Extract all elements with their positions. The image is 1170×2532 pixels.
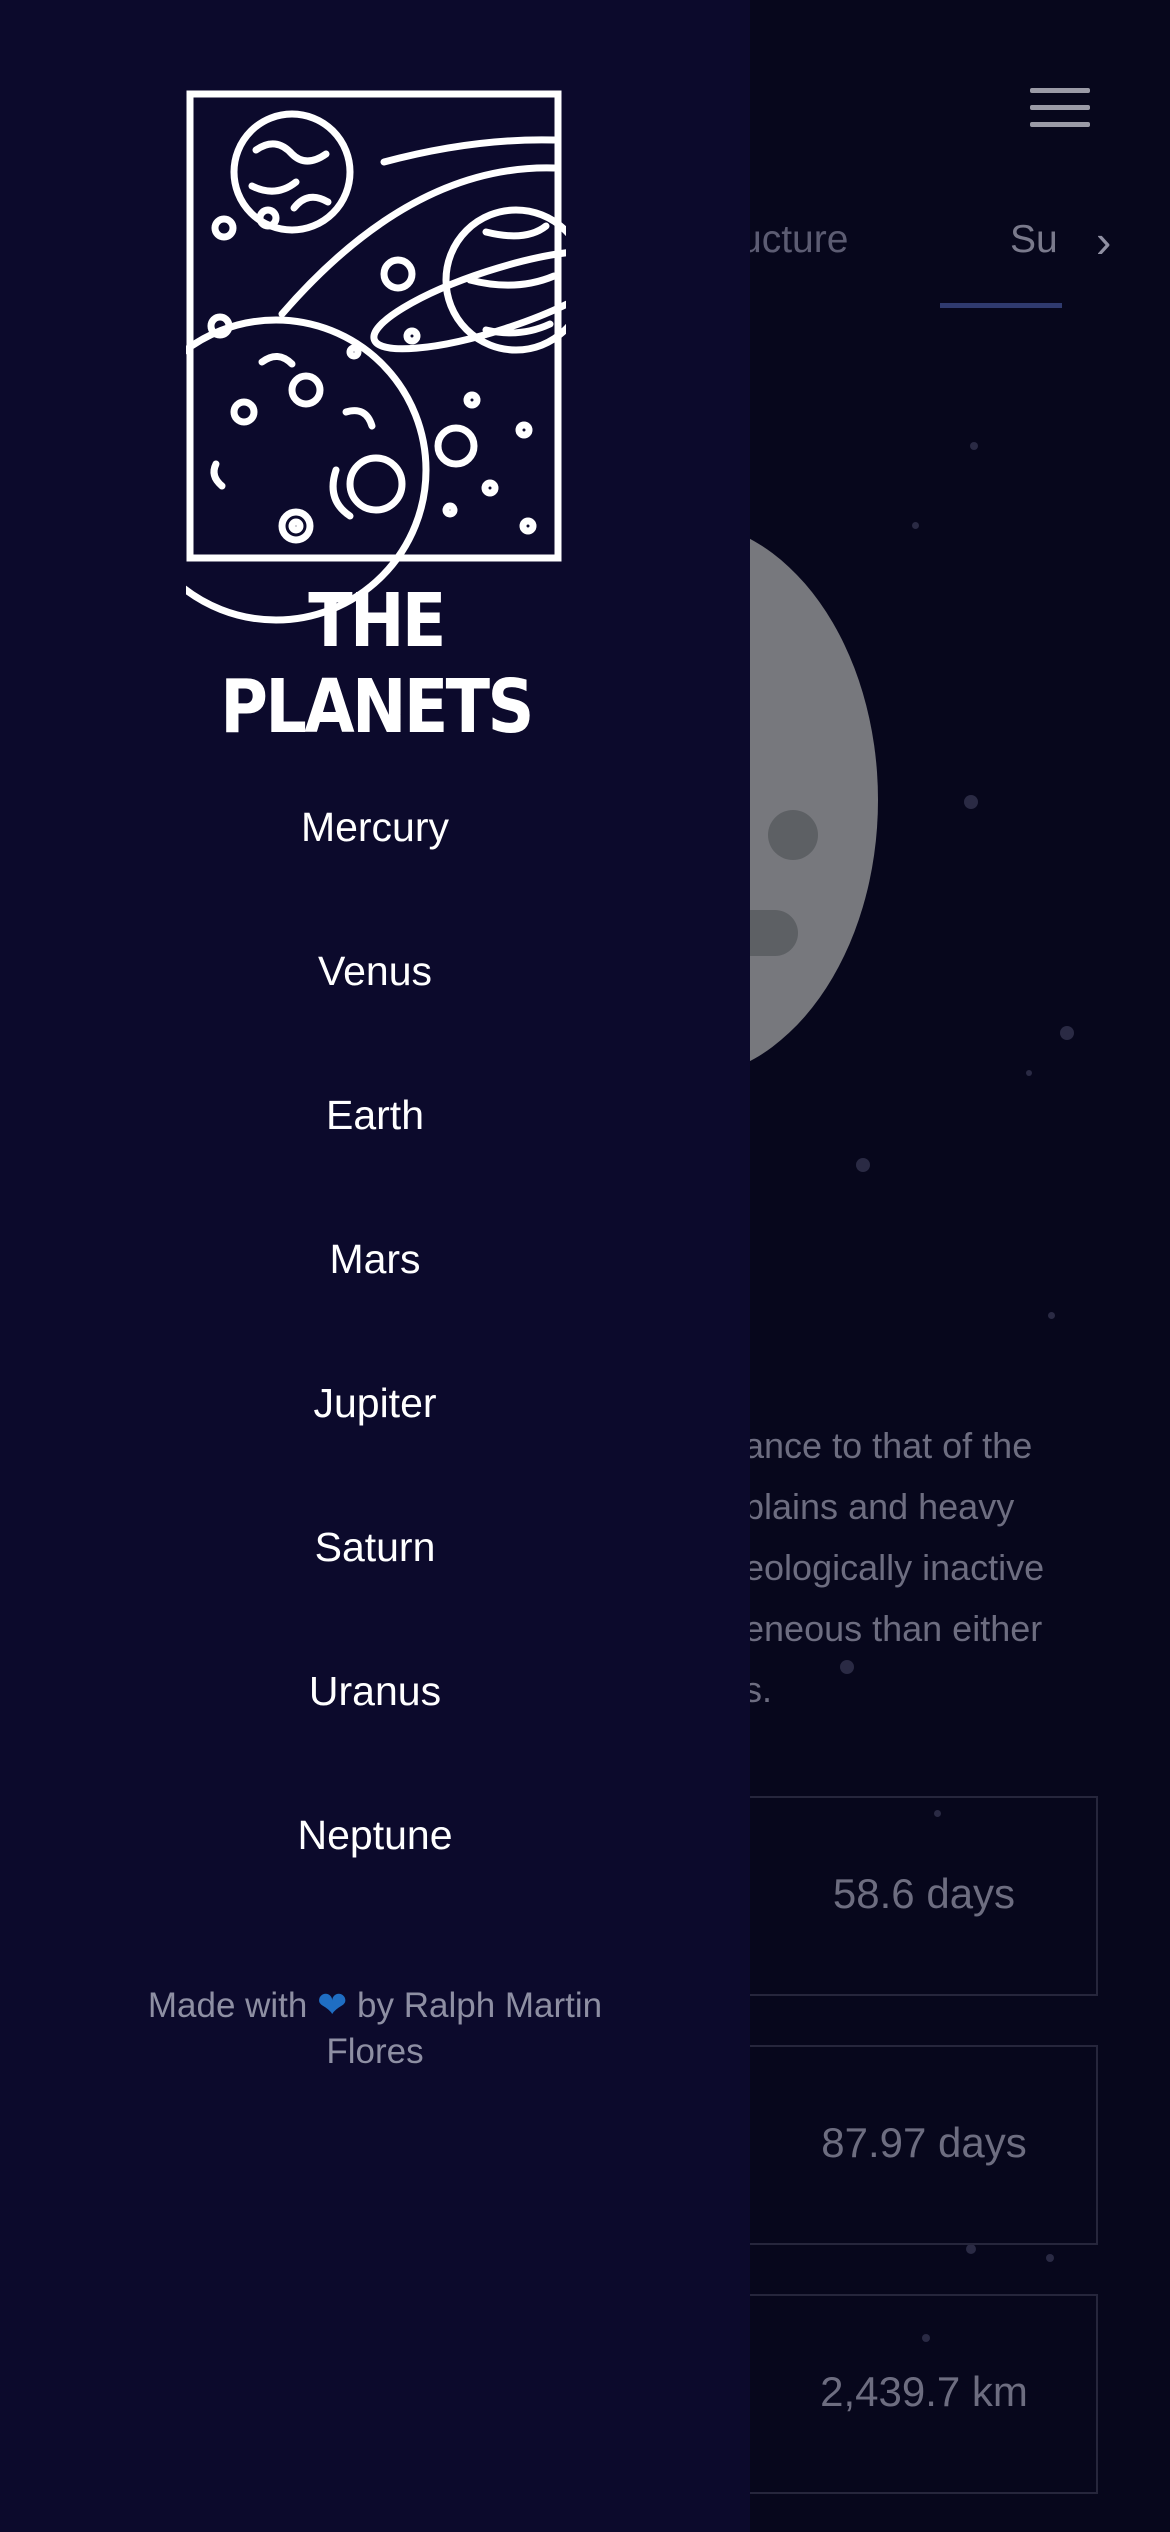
nav-item-earth[interactable]: Earth (0, 1078, 750, 1222)
credit-text: Made with ❤ by Ralph Martin Flores (100, 1982, 650, 2075)
credit-prefix: Made with (147, 1986, 308, 2025)
stat-value: 2,439.7 km (820, 2368, 1028, 2415)
star (1026, 1070, 1032, 1076)
credit-author[interactable]: by Ralph Martin Flores (326, 1986, 602, 2071)
nav-item-neptune[interactable]: Neptune (0, 1798, 750, 1942)
the-planets-logo (122, 90, 622, 660)
nav-item-jupiter[interactable]: Jupiter (0, 1366, 750, 1510)
nav-item-venus[interactable]: Venus (0, 934, 750, 1078)
stat-value: 58.6 days (832, 1870, 1016, 1917)
tab-surface[interactable]: Su (1010, 218, 1058, 262)
planet-nav-list: Mercury Venus Earth Mars Jupiter Saturn … (0, 790, 750, 1942)
star (856, 1158, 870, 1172)
star (1046, 2254, 1054, 2262)
nav-item-saturn[interactable]: Saturn (0, 1510, 750, 1654)
navigation-drawer: THE PLANETS Mercury Venus Earth Mars Jup… (0, 0, 750, 2532)
logo-wordmark: THE PLANETS (220, 578, 534, 750)
tab-structure[interactable]: ucture (740, 218, 848, 262)
star (964, 795, 978, 809)
hamburger-menu-icon[interactable] (1030, 88, 1090, 132)
active-tab-indicator (940, 303, 1062, 308)
star (970, 442, 978, 450)
star (1060, 1026, 1074, 1040)
heart-icon: ❤ (317, 1984, 348, 2025)
chevron-right-icon[interactable]: › (1096, 214, 1111, 268)
nav-item-uranus[interactable]: Uranus (0, 1654, 750, 1798)
stat-value: 87.97 days (821, 2119, 1027, 2166)
nav-item-mars[interactable]: Mars (0, 1222, 750, 1366)
nav-item-mercury[interactable]: Mercury (0, 790, 750, 934)
planet-description: ance to that of the plains and heavy eol… (744, 1425, 1045, 1710)
star (966, 2244, 976, 2254)
star (912, 522, 919, 529)
star (1048, 1312, 1055, 1319)
